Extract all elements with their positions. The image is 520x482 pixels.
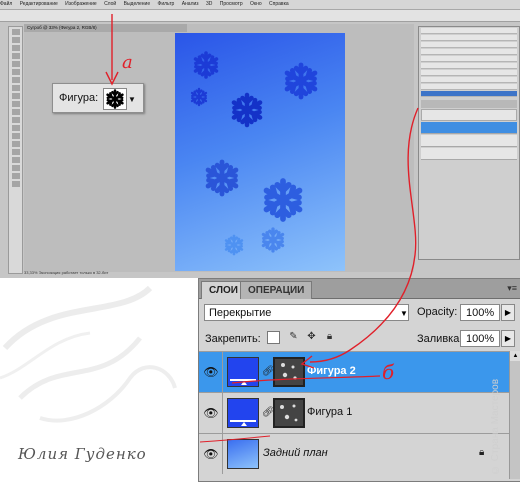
layer-name[interactable]: Фигура 1: [307, 406, 352, 418]
panel-menu-icon[interactable]: ▾≡: [507, 283, 517, 294]
blend-mode-value: Перекрытие: [209, 307, 272, 319]
chevron-down-icon: ▼: [400, 309, 408, 318]
lock-transparency-icon[interactable]: [267, 331, 280, 344]
options-bar: [0, 10, 520, 22]
opacity-label: Opacity:: [417, 306, 458, 318]
vector-mask-thumbnail[interactable]: [273, 398, 305, 428]
annotation-a: а: [122, 52, 133, 73]
snowflakes-artwork: [190, 51, 345, 256]
menu-image[interactable]: Изображение: [65, 1, 97, 7]
document-tab[interactable]: Сугроб @ 33% (Фигура 2, RGB/8): [24, 24, 187, 32]
lock-all-icon[interactable]: 🔒︎: [323, 331, 336, 344]
menu-edit[interactable]: Редактирование: [20, 1, 58, 7]
shape-picker-button[interactable]: [103, 88, 127, 110]
eye-icon[interactable]: 👁︎: [202, 404, 220, 422]
layer-row-shape-2[interactable]: 👁︎ 🔗︎ Фигура 2: [199, 351, 509, 392]
annotation-b: б: [382, 360, 395, 384]
toolbox[interactable]: [8, 26, 23, 274]
menu-layer[interactable]: Слой: [104, 1, 116, 7]
menu-select[interactable]: Выделение: [124, 1, 151, 7]
shape-label: Фигура:: [59, 92, 99, 104]
tab-operations[interactable]: ОПЕРАЦИИ: [240, 281, 313, 299]
lock-image-icon[interactable]: ✎: [287, 331, 300, 344]
blend-mode-select[interactable]: Перекрытие ▼: [204, 304, 409, 321]
lock-position-icon[interactable]: ✥: [305, 331, 318, 344]
fill-label: Заливка:: [417, 333, 463, 345]
layer-fill-thumbnail[interactable]: [227, 357, 259, 387]
lock-label: Закрепить:: [205, 333, 261, 345]
opacity-input[interactable]: 100%: [460, 304, 500, 321]
menu-file[interactable]: Файл: [0, 1, 12, 7]
menu-filter[interactable]: Фильтр: [158, 1, 175, 7]
snowflake-shape-icon: [106, 89, 124, 109]
background-thumbnail[interactable]: [227, 439, 259, 469]
layer-fill-thumbnail[interactable]: [227, 398, 259, 428]
panel-tabs: СЛОИ ОПЕРАЦИИ ▾≡: [199, 279, 520, 299]
menu-window[interactable]: Окно: [250, 1, 262, 7]
layers-panel: СЛОИ ОПЕРАЦИИ ▾≡ Перекрытие ▼ Opacity: 1…: [198, 278, 520, 482]
watermark: © Страна Мастеров: [490, 378, 501, 475]
menu-bar: Файл Редактирование Изображение Слой Выд…: [0, 0, 520, 10]
layer-name[interactable]: Фигура 2: [307, 365, 356, 377]
menu-view[interactable]: Просмотр: [220, 1, 243, 7]
eye-icon[interactable]: 👁︎: [202, 363, 220, 381]
lock-icon: 🔒︎: [479, 447, 485, 458]
layer-name[interactable]: Задний план: [263, 447, 328, 459]
vector-mask-thumbnail[interactable]: [273, 357, 305, 387]
chevron-down-icon[interactable]: ▼: [128, 95, 136, 104]
shape-picker-callout: Фигура: ▼: [52, 83, 144, 113]
menu-analysis[interactable]: Анализ: [182, 1, 199, 7]
menu-help[interactable]: Справка: [269, 1, 289, 7]
menu-3d[interactable]: 3D: [206, 1, 212, 7]
status-bar: 33,33% Экспозиция работает только в 32-б…: [24, 270, 109, 275]
layer-row-shape-1[interactable]: 👁︎ 🔗︎ Фигура 1: [199, 392, 509, 433]
canvas[interactable]: [175, 33, 345, 271]
author-signature: Юлия Гуденко: [18, 445, 147, 463]
layer-row-background[interactable]: 👁︎ Задний план 🔒︎: [199, 433, 509, 474]
opacity-slider-button[interactable]: ▶: [501, 304, 515, 321]
history-and-layers-panels: [418, 26, 520, 260]
photoshop-window: Файл Редактирование Изображение Слой Выд…: [0, 0, 520, 278]
eye-icon[interactable]: 👁︎: [202, 445, 220, 463]
